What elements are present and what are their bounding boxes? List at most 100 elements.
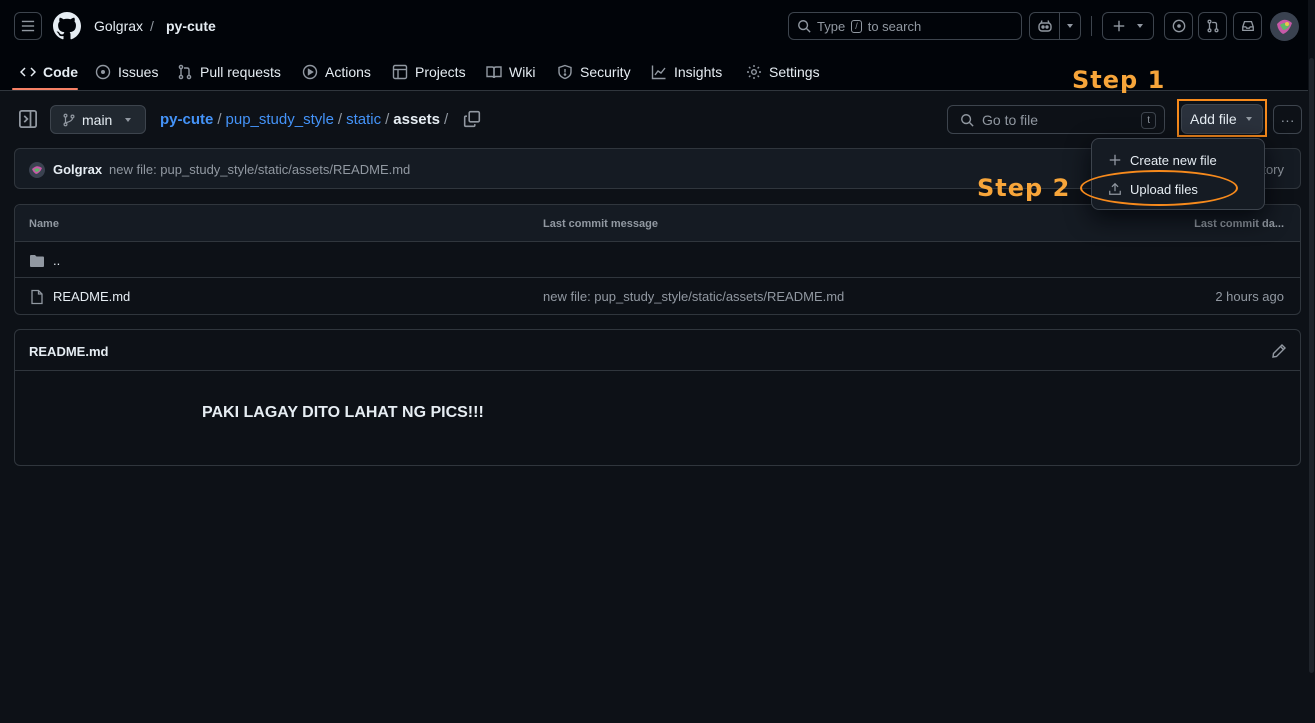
tab-label: Issues bbox=[118, 64, 159, 80]
search-icon bbox=[798, 20, 811, 33]
tab-pull-requests[interactable]: Pull requests bbox=[177, 61, 281, 83]
menu-item-label: Create new file bbox=[1130, 152, 1217, 168]
chevron-down-icon bbox=[1137, 24, 1143, 28]
tab-label: Code bbox=[43, 64, 78, 80]
menu-button[interactable] bbox=[14, 12, 42, 40]
readme-title[interactable]: README.md bbox=[29, 344, 108, 359]
create-new-button[interactable] bbox=[1102, 12, 1154, 40]
step2-label: Step 2 bbox=[977, 174, 1071, 202]
chevron-down-icon bbox=[1066, 24, 1073, 28]
pull-requests-button[interactable] bbox=[1198, 12, 1227, 40]
search-placeholder: Type bbox=[817, 18, 846, 34]
add-file-button[interactable]: Add file bbox=[1181, 104, 1263, 134]
tab-label: Security bbox=[580, 64, 631, 80]
column-header-date: Last commit da... bbox=[1194, 218, 1284, 230]
breadcrumb-separator: / bbox=[150, 18, 154, 34]
active-tab-indicator bbox=[12, 88, 78, 90]
file-name-link[interactable]: README.md bbox=[53, 289, 130, 304]
tab-issues[interactable]: Issues bbox=[95, 61, 158, 83]
create-new-file-item[interactable]: Create new file bbox=[1108, 150, 1217, 170]
tab-security[interactable]: Security bbox=[557, 61, 631, 83]
step2-highlight bbox=[1080, 170, 1238, 206]
go-to-file-shortcut-key: t bbox=[1141, 112, 1156, 129]
issue-icon bbox=[1172, 19, 1185, 33]
tab-label: Pull requests bbox=[200, 64, 281, 80]
readme-content: PAKI LAGAY DITO LAHAT NG PICS!!! bbox=[202, 404, 484, 421]
tab-insights[interactable]: Insights bbox=[651, 61, 722, 83]
kebab-icon: ··· bbox=[1280, 111, 1295, 128]
file-commit-date: 2 hours ago bbox=[1215, 289, 1284, 304]
chevron-down-icon bbox=[125, 117, 132, 122]
table-row-parent[interactable]: .. bbox=[15, 242, 1300, 278]
readme-panel: README.md PAKI LAGAY DITO LAHAT NG PICS!… bbox=[14, 329, 1301, 466]
hamburger-icon bbox=[21, 20, 35, 32]
gear-icon bbox=[747, 65, 761, 79]
plus-icon bbox=[1109, 154, 1121, 166]
tab-actions[interactable]: Actions bbox=[302, 61, 371, 83]
file-table: Name Last commit message Last commit da.… bbox=[14, 204, 1301, 315]
go-to-file-input[interactable]: Go to file t bbox=[947, 105, 1165, 134]
tab-wiki[interactable]: Wiki bbox=[486, 61, 535, 83]
avatar-image-icon bbox=[1270, 12, 1299, 41]
plus-icon bbox=[1113, 20, 1125, 32]
pencil-icon[interactable] bbox=[1271, 343, 1287, 359]
go-to-file-placeholder: Go to file bbox=[982, 111, 1039, 128]
repo-link[interactable]: py-cute bbox=[166, 18, 216, 34]
code-icon bbox=[20, 67, 36, 77]
tab-projects[interactable]: Projects bbox=[392, 61, 466, 83]
branch-selector[interactable]: main bbox=[50, 105, 146, 134]
user-avatar[interactable] bbox=[1270, 12, 1299, 41]
history-link[interactable]: tory bbox=[1262, 162, 1284, 177]
parent-directory-link[interactable]: .. bbox=[53, 253, 60, 268]
tab-code[interactable]: Code bbox=[20, 61, 78, 83]
search-input[interactable]: Type / to search bbox=[788, 12, 1022, 40]
copy-icon[interactable] bbox=[463, 110, 481, 128]
file-icon bbox=[31, 289, 43, 305]
issues-button[interactable] bbox=[1164, 12, 1193, 40]
graph-icon bbox=[651, 65, 666, 80]
tab-settings[interactable]: Settings bbox=[746, 61, 820, 83]
inbox-button[interactable] bbox=[1233, 12, 1262, 40]
owner-link[interactable]: Golgrax bbox=[94, 18, 143, 34]
folder-icon bbox=[30, 255, 44, 267]
step1-label: Step 1 bbox=[1072, 66, 1166, 94]
path-segment-link[interactable]: static bbox=[346, 111, 381, 128]
path-separator: / bbox=[385, 111, 390, 128]
search-shortcut-key: / bbox=[851, 19, 862, 33]
chevron-down-icon bbox=[1245, 117, 1252, 121]
pull-request-icon bbox=[1206, 19, 1219, 33]
commit-message[interactable]: new file: pup_study_style/static/assets/… bbox=[109, 162, 410, 177]
path-current: assets bbox=[393, 111, 440, 128]
tab-label: Wiki bbox=[509, 64, 536, 80]
shield-icon bbox=[558, 64, 572, 80]
copilot-icon bbox=[1037, 20, 1052, 32]
header-divider bbox=[1091, 16, 1092, 36]
copilot-button[interactable] bbox=[1029, 12, 1081, 40]
add-file-label: Add file bbox=[1190, 111, 1237, 127]
file-commit-message[interactable]: new file: pup_study_style/static/assets/… bbox=[543, 289, 844, 304]
tab-label: Actions bbox=[325, 64, 371, 80]
commit-author[interactable]: Golgrax bbox=[53, 162, 102, 177]
file-path-breadcrumb: py-cute / pup_study_style / static / ass… bbox=[160, 111, 448, 128]
path-separator: / bbox=[444, 111, 449, 128]
table-row[interactable]: README.md new file: pup_study_style/stat… bbox=[15, 278, 1300, 314]
path-segment-link[interactable]: pup_study_style bbox=[226, 111, 334, 128]
readme-header: README.md bbox=[15, 330, 1300, 371]
search-placeholder-suffix: to search bbox=[867, 18, 922, 34]
branch-name: main bbox=[82, 111, 113, 128]
scrollbar-thumb[interactable] bbox=[1309, 58, 1314, 673]
inbox-icon bbox=[1241, 20, 1254, 32]
issue-icon bbox=[95, 64, 111, 80]
column-header-message: Last commit message bbox=[543, 218, 658, 230]
path-separator: / bbox=[337, 111, 343, 128]
git-branch-icon bbox=[63, 113, 75, 126]
path-root-link[interactable]: py-cute bbox=[160, 111, 213, 128]
book-icon bbox=[486, 66, 502, 79]
more-options-button[interactable]: ··· bbox=[1273, 105, 1302, 134]
play-icon bbox=[302, 64, 318, 80]
author-avatar[interactable] bbox=[29, 162, 45, 178]
github-logo-icon[interactable] bbox=[53, 12, 81, 40]
sidebar-toggle-icon[interactable] bbox=[18, 109, 38, 129]
table-header: Name Last commit message Last commit da.… bbox=[15, 205, 1300, 242]
path-separator: / bbox=[217, 111, 222, 128]
